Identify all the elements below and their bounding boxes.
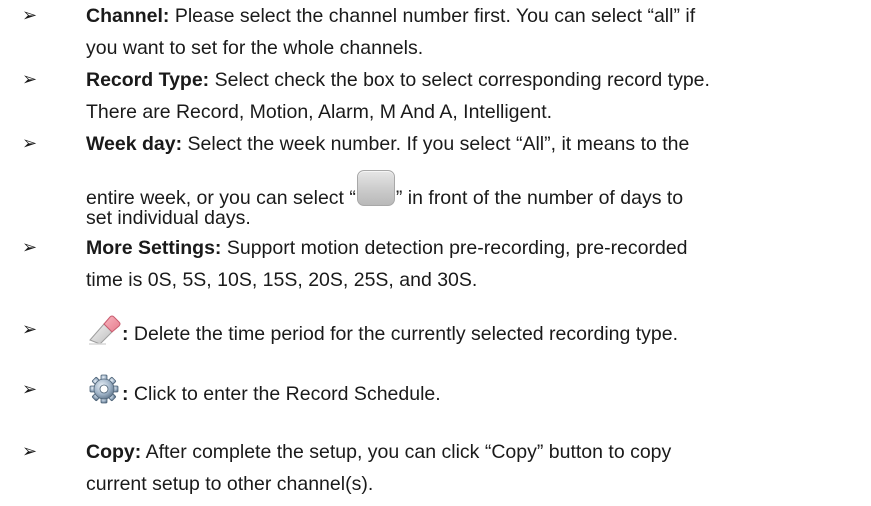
- item-text: Select the week number. If you select “A…: [187, 133, 690, 155]
- item-line: Record Type: Select check the box to sel…: [86, 64, 866, 96]
- item-line: More Settings: Support motion detection …: [86, 232, 866, 264]
- arrow-bullet-icon: ➢: [22, 133, 38, 154]
- item-line: you want to set for the whole channels.: [86, 32, 866, 64]
- arrow-bullet-icon: ➢: [22, 441, 38, 462]
- item-text: set individual days.: [86, 207, 251, 229]
- item-text: Click to enter the Record Schedule.: [133, 383, 441, 405]
- item-line: time is 0S, 5S, 10S, 15S, 20S, 25S, and …: [86, 264, 866, 296]
- item-term: :: [122, 383, 129, 405]
- item-term: Record Type:: [86, 69, 210, 91]
- item-text: Delete the time period for the currently…: [133, 323, 679, 345]
- arrow-bullet-icon: ➢: [22, 379, 38, 400]
- document-page: ➢ Channel: Please select the channel num…: [0, 0, 871, 506]
- item-term: Copy:: [86, 441, 142, 463]
- arrow-bullet-icon: ➢: [22, 69, 38, 90]
- item-line: Week day: Select the week number. If you…: [86, 128, 866, 160]
- item-line: Copy: After complete the setup, you can …: [86, 436, 866, 468]
- item-term: :: [122, 323, 129, 345]
- item-line: current setup to other channel(s).: [86, 468, 866, 500]
- item-term: More Settings:: [86, 237, 222, 259]
- item-text: There are Record, Motion, Alarm, M And A…: [86, 101, 553, 123]
- item-line: There are Record, Motion, Alarm, M And A…: [86, 96, 866, 128]
- item-text: Select check the box to select correspon…: [214, 69, 710, 91]
- item-text: Support motion detection pre-recording, …: [226, 237, 688, 259]
- gear-icon: [86, 374, 122, 406]
- item-text: time is 0S, 5S, 10S, 15S, 20S, 25S, and …: [86, 269, 478, 291]
- arrow-bullet-icon: ➢: [22, 5, 38, 26]
- arrow-bullet-icon: ➢: [22, 319, 38, 340]
- item-line: set individual days.: [86, 202, 866, 234]
- item-line: : Click to enter the Record Schedule.: [86, 374, 866, 410]
- day-select-box-icon: [356, 170, 395, 206]
- arrow-bullet-icon: ➢: [22, 237, 38, 258]
- item-text: current setup to other channel(s).: [86, 473, 374, 495]
- eraser-icon: [86, 314, 122, 346]
- item-term: Week day:: [86, 133, 183, 155]
- item-term: Channel:: [86, 5, 170, 27]
- item-text: After complete the setup, you can click …: [145, 441, 672, 463]
- item-line: Channel: Please select the channel numbe…: [86, 0, 866, 32]
- item-text: you want to set for the whole channels.: [86, 37, 424, 59]
- item-line: : Delete the time period for the current…: [86, 314, 866, 350]
- item-text: Please select the channel number first. …: [174, 5, 696, 27]
